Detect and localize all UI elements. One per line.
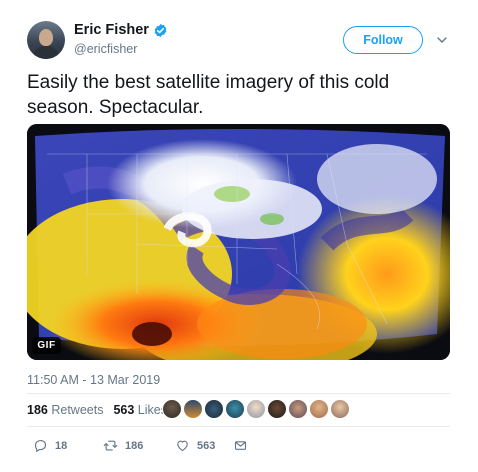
avatar-body — [33, 46, 59, 59]
gif-badge: GIF — [32, 337, 61, 354]
retweets-stat[interactable]: 186 Retweets — [27, 403, 103, 417]
author-display-name[interactable]: Eric Fisher — [74, 22, 149, 38]
tweet-timestamp[interactable]: 11:50 AM - 13 Mar 2019 — [27, 373, 160, 387]
author-name-row: Eric Fisher — [74, 22, 168, 38]
likes-count: 563 — [113, 403, 135, 417]
author-handle[interactable]: @ericfisher — [74, 42, 137, 56]
liker-avatar[interactable] — [183, 399, 203, 419]
avatar-face — [39, 29, 53, 46]
retweets-label: Retweets — [51, 403, 104, 417]
retweet-count: 186 — [125, 439, 144, 452]
liker-avatar[interactable] — [267, 399, 287, 419]
likes-stat[interactable]: 563 Likes — [113, 403, 167, 417]
retweet-icon — [103, 440, 118, 451]
heart-icon — [177, 440, 188, 452]
avatar[interactable] — [27, 21, 65, 59]
liker-avatars — [162, 399, 351, 419]
reply-action[interactable]: 18 — [33, 438, 103, 453]
retweets-count: 186 — [27, 403, 48, 417]
liker-avatar[interactable] — [288, 399, 308, 419]
like-action[interactable]: 563 — [175, 438, 233, 453]
reply-count: 18 — [55, 439, 68, 452]
engagement-stats: 186 Retweets 563 Likes — [27, 403, 167, 417]
message-action[interactable] — [233, 438, 248, 453]
liker-avatar[interactable] — [204, 399, 224, 419]
tweet-text: Easily the best satellite imagery of thi… — [27, 72, 390, 118]
reply-icon — [34, 439, 47, 452]
liker-avatar[interactable] — [225, 399, 245, 419]
like-count: 563 — [197, 439, 216, 452]
divider — [27, 426, 450, 427]
follow-button[interactable]: Follow — [343, 26, 423, 54]
tweet-card: Eric Fisher @ericfisher Follow Easily th… — [0, 0, 478, 472]
retweet-action[interactable]: 186 — [103, 438, 175, 453]
tweet-media-gif[interactable] — [27, 124, 450, 360]
liker-avatar[interactable] — [330, 399, 350, 419]
satellite-image — [27, 124, 450, 360]
liker-avatar[interactable] — [309, 399, 329, 419]
divider — [27, 393, 450, 394]
envelope-icon — [234, 441, 247, 450]
liker-avatar[interactable] — [162, 399, 182, 419]
tweet-actions: 18 186 563 — [33, 438, 248, 453]
verified-badge-icon — [154, 23, 167, 37]
liker-avatar[interactable] — [246, 399, 266, 419]
chevron-down-icon[interactable] — [436, 34, 448, 46]
